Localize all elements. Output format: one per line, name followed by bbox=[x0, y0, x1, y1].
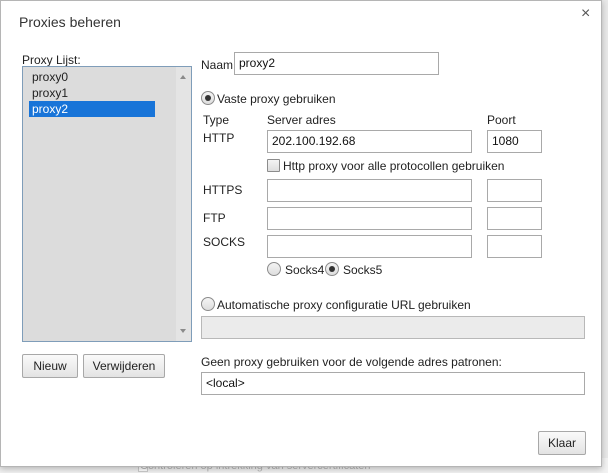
manage-proxies-dialog: Proxies beheren × Proxy Lijst: proxy0 pr… bbox=[0, 0, 602, 467]
name-input[interactable]: proxy2 bbox=[234, 52, 439, 75]
delete-proxy-button[interactable]: Verwijderen bbox=[83, 354, 165, 378]
port-column-header: Poort bbox=[487, 113, 516, 127]
socks5-radio[interactable] bbox=[325, 262, 339, 276]
https-port-input[interactable] bbox=[487, 179, 542, 202]
proxy-list-label: Proxy Lijst: bbox=[22, 53, 81, 67]
auto-proxy-radio[interactable] bbox=[201, 297, 215, 311]
socks4-label: Socks4 bbox=[285, 263, 325, 277]
scroll-down-icon[interactable] bbox=[180, 329, 186, 333]
socks-port-input[interactable] bbox=[487, 235, 542, 258]
new-proxy-button[interactable]: Nieuw bbox=[22, 354, 78, 378]
socks-server-input[interactable] bbox=[267, 235, 472, 258]
use-http-for-all-label: Http proxy voor alle protocollen gebruik… bbox=[283, 159, 505, 173]
bypass-label: Geen proxy gebruiken voor de volgende ad… bbox=[201, 355, 502, 369]
bypass-input[interactable]: <local> bbox=[201, 372, 585, 395]
scroll-up-icon[interactable] bbox=[180, 75, 186, 79]
manual-proxy-radio[interactable] bbox=[201, 91, 215, 105]
proxy-list-scrollbar[interactable] bbox=[176, 67, 191, 341]
socks-label: SOCKS bbox=[203, 235, 246, 249]
ftp-server-input[interactable] bbox=[267, 207, 472, 230]
use-http-for-all-checkbox[interactable] bbox=[267, 159, 280, 172]
list-item-proxy0[interactable]: proxy0 bbox=[29, 69, 155, 85]
list-item-proxy2[interactable]: proxy2 bbox=[29, 101, 155, 117]
close-icon[interactable]: × bbox=[581, 6, 590, 22]
http-port-input[interactable]: 1080 bbox=[487, 130, 542, 153]
type-column-header: Type bbox=[203, 113, 230, 127]
socks4-radio[interactable] bbox=[267, 262, 281, 276]
dialog-title: Proxies beheren bbox=[19, 14, 121, 30]
server-column-header: Server adres bbox=[267, 113, 336, 127]
auto-proxy-url-input[interactable] bbox=[201, 316, 585, 339]
ftp-port-input[interactable] bbox=[487, 207, 542, 230]
name-label: Naam: bbox=[201, 58, 237, 72]
ftp-label: FTP bbox=[203, 211, 226, 225]
https-server-input[interactable] bbox=[267, 179, 472, 202]
manual-proxy-label: Vaste proxy gebruiken bbox=[217, 92, 336, 106]
list-item-proxy1[interactable]: proxy1 bbox=[29, 85, 155, 101]
done-button[interactable]: Klaar bbox=[538, 431, 586, 455]
socks5-label: Socks5 bbox=[343, 263, 383, 277]
http-label: HTTP bbox=[203, 131, 235, 145]
auto-proxy-label: Automatische proxy configuratie URL gebr… bbox=[217, 298, 471, 312]
https-label: HTTPS bbox=[203, 183, 243, 197]
proxy-list[interactable]: proxy0 proxy1 proxy2 bbox=[22, 66, 192, 342]
http-server-input[interactable]: 202.100.192.68 bbox=[267, 130, 472, 153]
